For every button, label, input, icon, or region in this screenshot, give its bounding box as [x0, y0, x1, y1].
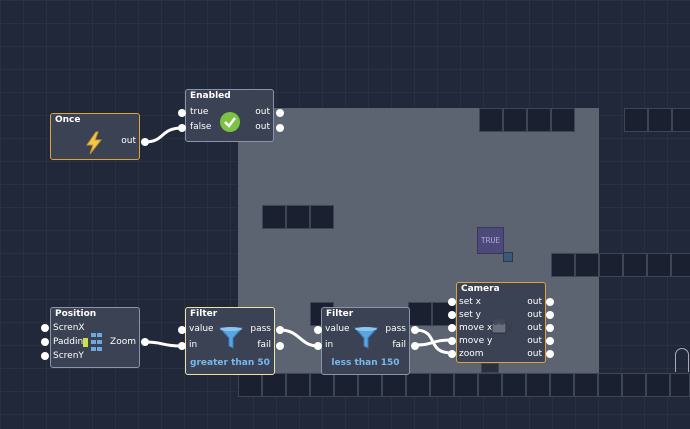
enabled-out2-port[interactable]	[276, 124, 284, 132]
port-label: out	[527, 297, 542, 307]
port-label: out	[255, 107, 270, 117]
camera-out2-port[interactable]	[546, 311, 554, 319]
camera-icon	[491, 319, 512, 334]
enabled-out1-port[interactable]	[276, 109, 284, 117]
filter2-pass-port[interactable]	[411, 326, 419, 334]
port-label: out	[527, 349, 542, 359]
port-label: value	[325, 324, 350, 334]
camera-in3-port[interactable]	[448, 324, 456, 332]
port-label: set y	[459, 310, 481, 320]
port-label: zoom	[459, 349, 484, 359]
port-label: true	[190, 107, 209, 117]
filter-node-greater[interactable]: Filter value in pass fail greater than 5…	[185, 307, 275, 375]
port-label: out	[527, 323, 542, 333]
port-label: out	[255, 122, 270, 132]
port-label: Zoom	[110, 337, 136, 347]
position-out-port[interactable]	[141, 338, 149, 346]
position-in2-port[interactable]	[41, 338, 49, 346]
once-node[interactable]: Once out	[50, 113, 140, 160]
filter2-value-port[interactable]	[314, 326, 322, 334]
position-grid-icon	[83, 333, 102, 351]
wire-position-filter1	[144, 340, 183, 348]
enabled-node[interactable]: Enabled true false out out	[185, 89, 274, 142]
node-title: Enabled	[190, 91, 231, 101]
port-label: false	[190, 122, 212, 132]
camera-out1-port[interactable]	[546, 298, 554, 306]
position-node[interactable]: Position ScrenX Paddin ScrenY Zoom	[50, 307, 140, 368]
port-label: ScrenX	[53, 323, 85, 333]
filter1-fail-port[interactable]	[276, 342, 284, 350]
camera-in2-port[interactable]	[448, 311, 456, 319]
funnel-icon	[354, 327, 378, 349]
filter-condition: less than 150	[331, 358, 400, 368]
camera-node[interactable]: Camera set x set y move x move y zoom ou…	[456, 282, 546, 363]
enabled-true-port[interactable]	[178, 109, 186, 117]
checkmark-icon	[220, 112, 240, 132]
port-label: out	[121, 136, 136, 146]
camera-out3-port[interactable]	[546, 324, 554, 332]
enabled-false-port[interactable]	[178, 124, 186, 132]
position-in1-port[interactable]	[41, 324, 49, 332]
port-label: out	[527, 336, 542, 346]
port-label: pass	[385, 324, 406, 334]
port-label: move y	[459, 336, 493, 346]
port-label: pass	[250, 324, 271, 334]
node-title: Camera	[461, 284, 500, 294]
port-label: fail	[392, 340, 406, 350]
camera-out5-port[interactable]	[546, 350, 554, 358]
filter1-in-port[interactable]	[178, 342, 186, 350]
camera-in5-port[interactable]	[448, 350, 456, 358]
port-label: out	[527, 310, 542, 320]
wire-once-enabled	[144, 126, 183, 144]
port-label: move x	[459, 323, 493, 333]
position-in3-port[interactable]	[41, 352, 49, 360]
once-out-port[interactable]	[141, 138, 149, 146]
port-label: set x	[459, 297, 481, 307]
filter-node-less[interactable]: Filter value in pass fail less than 150	[321, 307, 410, 375]
node-title: Position	[55, 309, 97, 319]
port-label: value	[189, 324, 214, 334]
filter1-value-port[interactable]	[178, 326, 186, 334]
filter1-pass-port[interactable]	[276, 326, 284, 334]
camera-out4-port[interactable]	[546, 337, 554, 345]
port-label: ScrenY	[53, 351, 84, 361]
camera-in4-port[interactable]	[448, 337, 456, 345]
node-title: Filter	[190, 309, 218, 319]
filter-condition: greater than 50	[190, 358, 270, 368]
filter2-fail-port[interactable]	[411, 342, 419, 350]
port-label: Paddin	[53, 337, 84, 347]
camera-in1-port[interactable]	[448, 298, 456, 306]
node-title: Filter	[326, 309, 354, 319]
port-label: fail	[257, 340, 271, 350]
node-title: Once	[55, 115, 81, 125]
filter2-in-port[interactable]	[314, 342, 322, 350]
port-label: in	[325, 340, 334, 350]
funnel-icon	[219, 327, 243, 349]
wire-filter1-filter2	[279, 328, 319, 348]
lightning-icon	[86, 131, 103, 155]
port-label: in	[189, 340, 198, 350]
